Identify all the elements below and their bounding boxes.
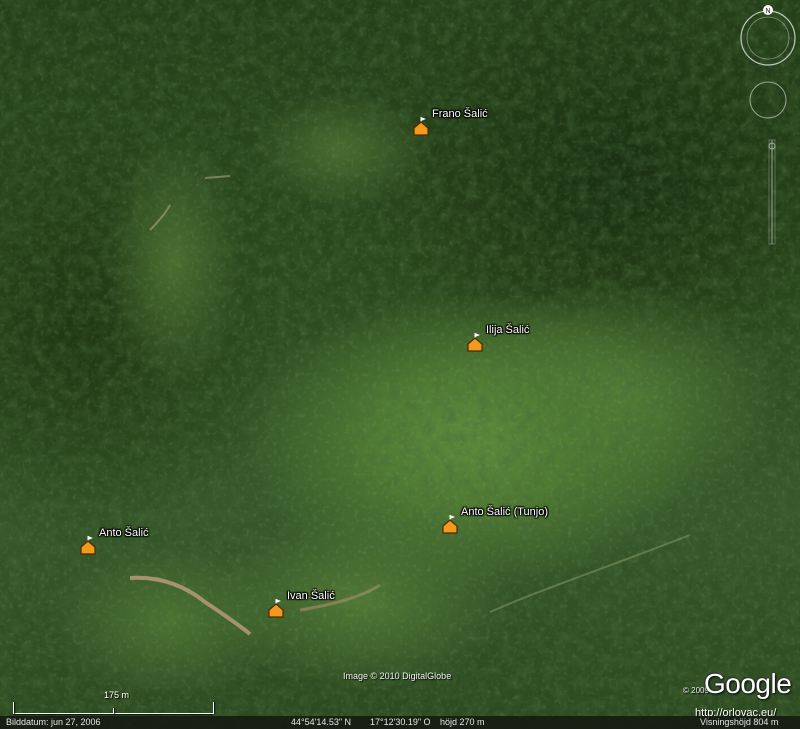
compass-icon[interactable]: N [740,5,796,66]
north-label: N [765,8,770,15]
latitude-readout: 44°54'14.53" N [291,717,352,727]
elevation-readout: höjd 270 m [440,717,485,727]
scale-tick [213,702,214,714]
flag-icon [421,117,426,121]
placemark-house-icon [80,536,96,555]
google-logo: Google [704,668,792,699]
placemark-label: Ivan Šalić [287,590,335,602]
scale-tick [113,708,114,714]
navigation-controls[interactable]: N [738,4,798,264]
status-bar: Bilddatum: jun 27, 2006 44°54'14.53" N 1… [0,716,800,729]
flag-icon [450,515,455,519]
move-joystick-icon[interactable] [749,81,787,119]
image-date: Bilddatum: jun 27, 2006 [6,717,101,727]
placemark-label: Anto Šalić (Tunjo) [461,506,549,518]
scale-bar: 175 m [13,690,215,714]
scale-label: 175 m [104,690,130,700]
zoom-slider-icon[interactable] [768,139,776,245]
flag-icon [276,599,281,603]
imagery-credit: Image © 2010 DigitalGlobe [343,671,452,681]
satellite-map[interactable]: Frano Šalić Ilija Šalić Anto Šalić (Tunj… [0,0,800,729]
placemark-label: Anto Šalić [99,527,149,539]
longitude-readout: 17°12'30.19" O [370,717,431,727]
placemark-house-icon [442,515,458,534]
placemark-house-icon [467,333,483,352]
placemark-label: Frano Šalić [432,108,488,120]
eye-altitude-readout: Visningshöjd 804 m [700,717,779,727]
flag-icon [88,536,93,540]
placemark-label: Ilija Šalić [486,324,530,336]
scale-tick [13,702,14,714]
placemark-house-icon [268,599,284,618]
flag-icon [475,333,480,337]
placemark-house-icon [413,117,429,136]
dirt-roads [129,175,691,636]
